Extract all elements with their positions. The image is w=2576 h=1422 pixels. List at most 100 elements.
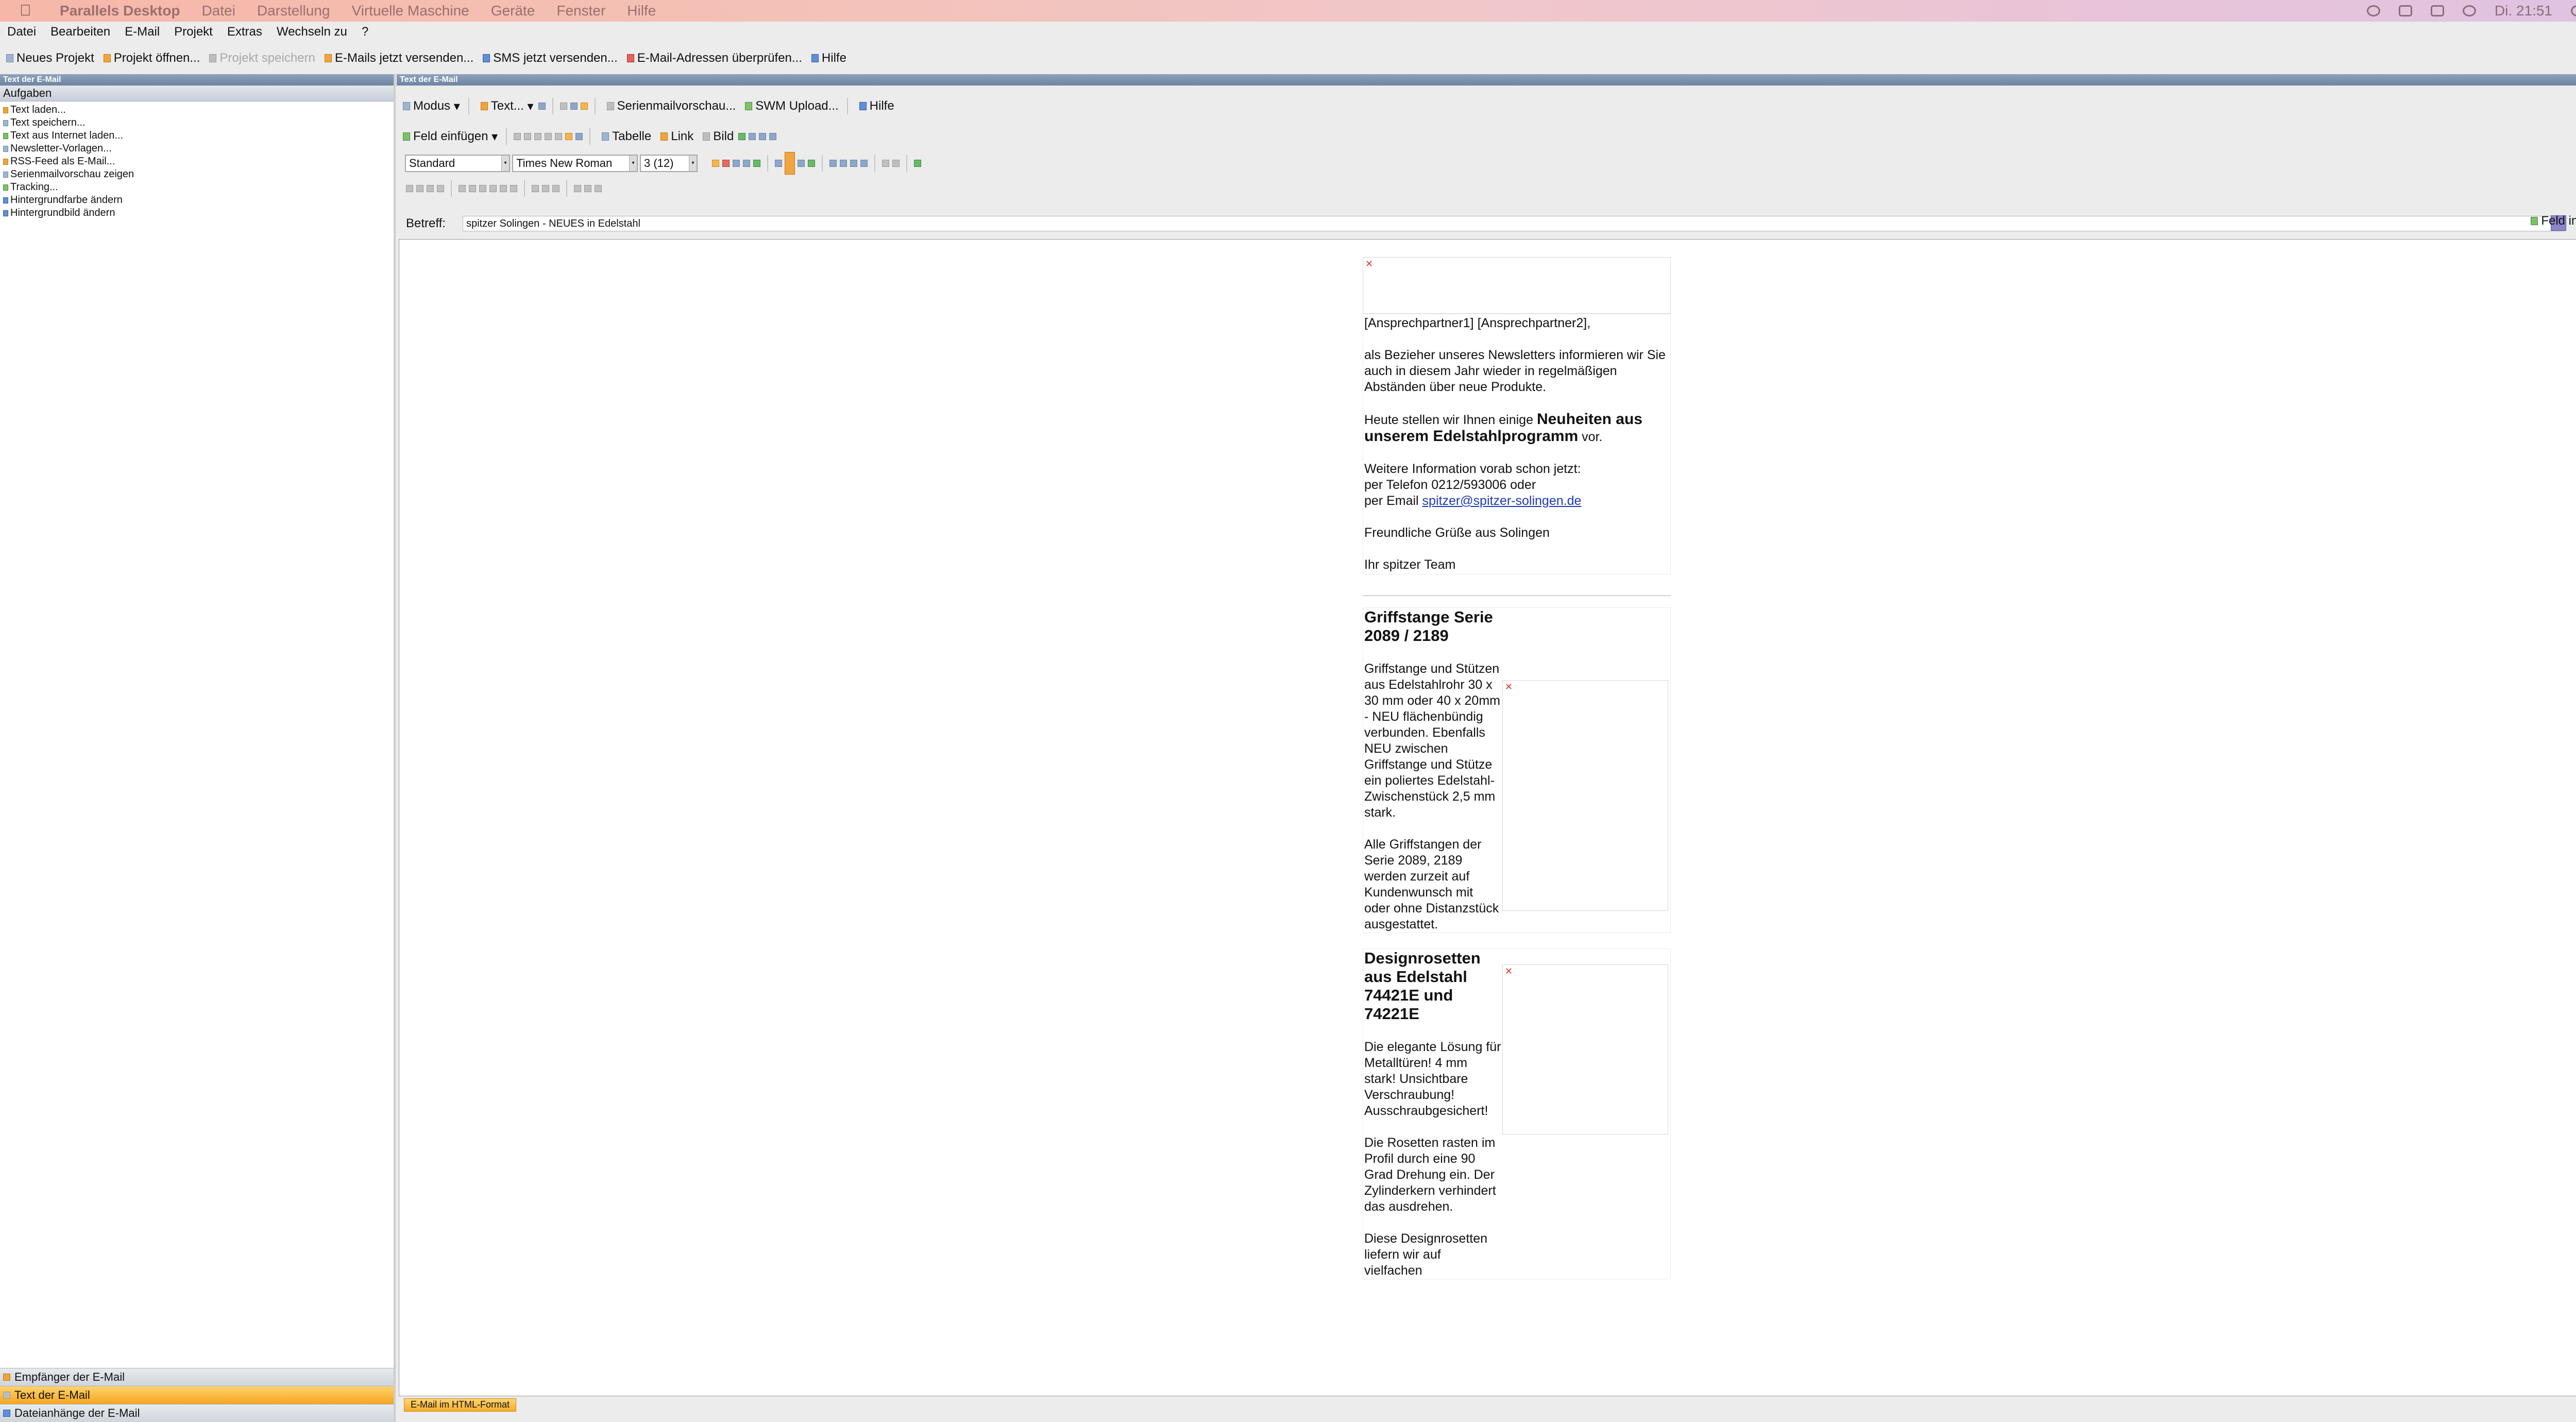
task-newsletter-vorlagen[interactable]: Newsletter-Vorlagen... <box>0 142 394 155</box>
bold-icon[interactable] <box>722 160 730 167</box>
indent-icon[interactable] <box>860 160 868 167</box>
italic-icon[interactable] <box>733 160 740 167</box>
bluetooth-icon[interactable] <box>2398 5 2412 16</box>
subject-input[interactable]: spitzer Solingen - NEUES in Edelstahl <box>463 215 2566 231</box>
table-valign-icon[interactable] <box>532 185 539 192</box>
cut-icon[interactable] <box>514 133 521 140</box>
outdent-icon[interactable] <box>850 160 857 167</box>
find-icon[interactable] <box>565 133 573 140</box>
font-select[interactable]: Times New Roman ▾ <box>512 155 638 172</box>
tab-text-der-email[interactable]: Text der E-Mail <box>0 1386 394 1404</box>
emoji-icon[interactable] <box>738 133 746 140</box>
table-cell-icon[interactable] <box>500 185 507 192</box>
parallels-icon[interactable] <box>2366 5 2380 16</box>
special-char-icon[interactable] <box>759 133 767 140</box>
table-insert-row-icon[interactable] <box>406 185 413 192</box>
check-addresses-button[interactable]: E-Mail-Adressen überprüfen... <box>626 51 802 65</box>
toolbar-help-button[interactable]: Hilfe <box>811 51 846 65</box>
spotlight-search-icon[interactable] <box>2571 5 2576 16</box>
feld-einfuegen-button[interactable]: Feld einfügen ▾ <box>403 129 498 144</box>
bild-button[interactable]: Bild <box>703 129 734 144</box>
task-serienmailvorschau[interactable]: Serienmailvorschau zeigen <box>0 168 394 181</box>
tabelle-button[interactable]: Tabelle <box>602 129 651 144</box>
redo-icon[interactable] <box>555 133 563 140</box>
open-project-button[interactable]: Projekt öffnen... <box>103 51 200 65</box>
table-delete-col-icon[interactable] <box>437 185 444 192</box>
menubar-clock[interactable]: Di. 21:51 <box>2495 3 2552 19</box>
bullet-list-icon[interactable] <box>840 160 847 167</box>
table-more-icon[interactable] <box>595 185 602 192</box>
volume-icon[interactable] <box>2430 5 2444 16</box>
task-rss-feed[interactable]: RSS-Feed als E-Mail... <box>0 155 394 168</box>
table-merge-icon[interactable] <box>459 185 466 192</box>
line-icon[interactable] <box>749 133 756 140</box>
table-color-icon[interactable] <box>552 185 560 192</box>
paragraph-icon[interactable] <box>769 133 777 140</box>
send-emails-button[interactable]: E-Mails jetzt versenden... <box>324 51 473 65</box>
justify-icon[interactable] <box>808 160 815 167</box>
menubar-fenster[interactable]: Fenster <box>556 3 605 19</box>
underline-icon[interactable] <box>743 160 750 167</box>
menubar-geraete[interactable]: Geräte <box>491 3 535 19</box>
editor-help-button[interactable]: Hilfe <box>859 99 894 113</box>
menubar-darstellung[interactable]: Darstellung <box>257 3 330 19</box>
new-project-button[interactable]: Neues Projekt <box>6 51 94 65</box>
task-hintergrundbild[interactable]: Hintergrundbild ändern <box>0 207 394 219</box>
tasks-header[interactable]: Aufgaben <box>0 86 394 101</box>
task-text-speichern[interactable]: Text speichern... <box>0 116 394 129</box>
table-split-icon[interactable] <box>469 185 476 192</box>
copy-icon[interactable] <box>524 133 532 140</box>
table-insert-col-icon[interactable] <box>416 185 423 192</box>
highlight-icon[interactable] <box>882 160 889 167</box>
menu-help[interactable]: ? <box>362 25 368 39</box>
save-project-button[interactable]: Projekt speichern <box>209 51 315 65</box>
apple-icon[interactable]:  <box>20 2 40 20</box>
table-delete-row-icon[interactable] <box>427 185 434 192</box>
window-icon[interactable] <box>570 103 578 110</box>
link-button[interactable]: Link <box>660 129 693 144</box>
text-color-icon[interactable] <box>712 160 719 167</box>
text-button[interactable]: Text... ▾ <box>480 99 534 114</box>
task-text-laden[interactable]: Text laden... <box>0 104 394 116</box>
send-sms-button[interactable]: SMS jetzt versenden... <box>483 51 618 65</box>
modus-button[interactable]: Modus ▾ <box>403 99 460 114</box>
style-select[interactable]: Standard ▾ <box>405 155 510 172</box>
menu-wechseln-zu[interactable]: Wechseln zu <box>277 25 347 39</box>
table-width-icon[interactable] <box>510 185 517 192</box>
table-format-icon[interactable] <box>584 185 591 192</box>
html-editor[interactable]: ✕ [Ansprechpartner1] [Ansprechpartner2],… <box>399 239 2576 1396</box>
serienmailvorschau-button[interactable]: Serienmailvorschau... <box>606 99 736 113</box>
undo-icon[interactable] <box>545 133 552 140</box>
menubar-hilfe[interactable]: Hilfe <box>627 3 656 19</box>
table-border-icon[interactable] <box>479 185 486 192</box>
feld-in-betreff-button[interactable]: Feld in Betreff ▾ <box>2531 213 2576 228</box>
email-link[interactable]: spitzer@spitzer-solingen.de <box>1422 494 1582 508</box>
document-icon[interactable] <box>538 103 546 110</box>
align-right-icon[interactable] <box>798 160 805 167</box>
menu-datei[interactable]: Datei <box>7 25 36 39</box>
numbered-list-icon[interactable] <box>829 160 837 167</box>
html-format-tab[interactable]: E-Mail im HTML-Format <box>404 1398 516 1412</box>
task-text-aus-internet[interactable]: Text aus Internet laden... <box>0 129 394 142</box>
tab-dateianhaenge[interactable]: Dateianhänge der E-Mail <box>0 1404 394 1422</box>
align-left-icon[interactable] <box>775 160 782 167</box>
align-center-icon[interactable] <box>785 152 795 175</box>
task-hintergrundfarbe[interactable]: Hintergrundfarbe ändern <box>0 194 394 207</box>
table-sort-icon[interactable] <box>574 185 581 192</box>
menubar-app-name[interactable]: Parallels Desktop <box>60 3 180 19</box>
table-props-icon[interactable] <box>489 185 497 192</box>
menu-bearbeiten[interactable]: Bearbeiten <box>50 25 110 39</box>
replace-icon[interactable] <box>575 133 583 140</box>
source-view-icon[interactable] <box>914 160 921 167</box>
tab-empfaenger[interactable]: Empfänger der E-Mail <box>0 1368 394 1386</box>
swm-upload-button[interactable]: SWM Upload... <box>745 99 839 113</box>
clear-format-icon[interactable] <box>892 160 900 167</box>
size-select[interactable]: 3 (12) ▾ <box>640 155 698 172</box>
menu-extras[interactable]: Extras <box>227 25 262 39</box>
menu-email[interactable]: E-Mail <box>125 25 160 39</box>
table-halign-icon[interactable] <box>542 185 549 192</box>
wifi-icon[interactable] <box>2462 5 2476 16</box>
paste-icon[interactable] <box>534 133 542 140</box>
print-icon[interactable] <box>560 103 567 110</box>
strikethrough-icon[interactable] <box>753 160 760 167</box>
